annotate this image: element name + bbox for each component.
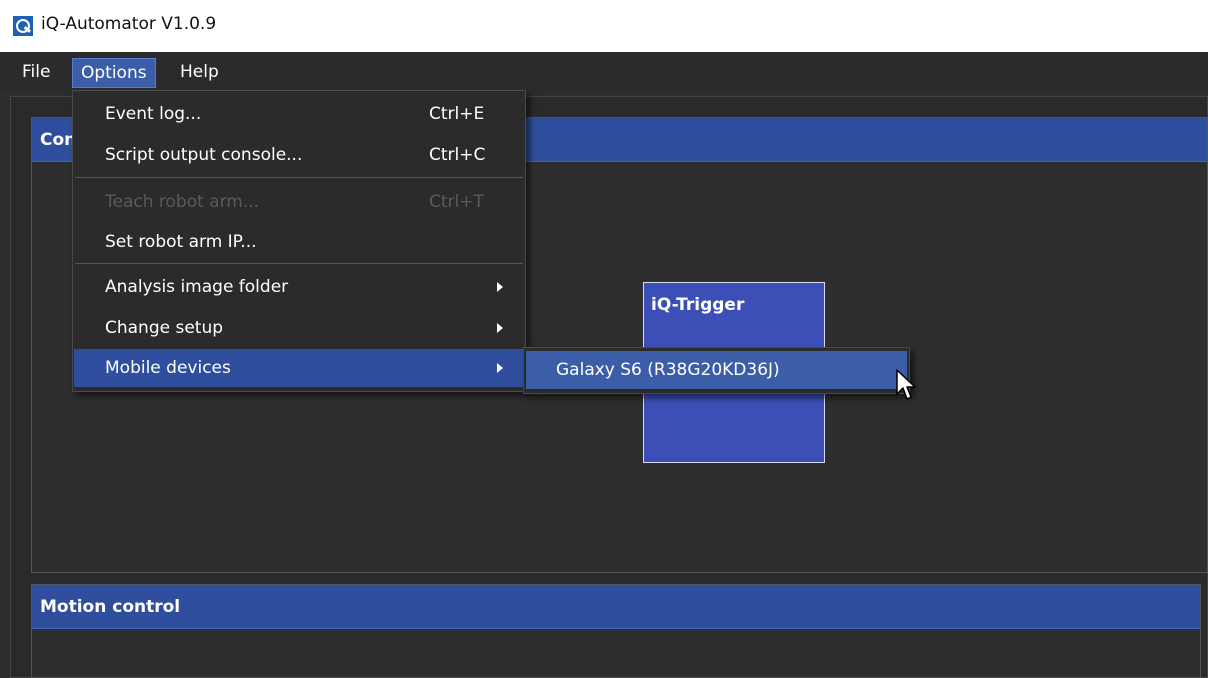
analysis-image-folder-label: Analysis image folder bbox=[105, 277, 289, 297]
submenu-arrow-icon bbox=[497, 363, 503, 373]
mobile-devices-label: Mobile devices bbox=[105, 358, 231, 378]
menu-item-teach-robot-arm: Teach robot arm... Ctrl+T bbox=[74, 183, 525, 221]
options-menu: Event log... Ctrl+E Script output consol… bbox=[72, 90, 526, 392]
menu-item-set-robot-arm-ip[interactable]: Set robot arm IP... bbox=[74, 223, 525, 261]
set-robot-arm-ip-label: Set robot arm IP... bbox=[105, 232, 257, 252]
menu-separator bbox=[75, 263, 523, 264]
iq-trigger-label: iQ-Trigger bbox=[651, 295, 745, 315]
title-bar: iQ-Automator V1.0.9 bbox=[0, 0, 1208, 52]
app-logo-icon bbox=[13, 16, 33, 36]
motion-control-header: Motion control bbox=[32, 585, 1200, 629]
motion-control-panel: Motion control bbox=[31, 584, 1201, 678]
menu-item-mobile-devices[interactable]: Mobile devices bbox=[74, 349, 525, 387]
submenu-arrow-icon bbox=[497, 282, 503, 292]
menu-help[interactable]: Help bbox=[172, 58, 227, 88]
menu-item-event-log[interactable]: Event log... Ctrl+E bbox=[74, 95, 525, 133]
teach-robot-arm-shortcut: Ctrl+T bbox=[429, 192, 484, 212]
menu-item-change-setup[interactable]: Change setup bbox=[74, 309, 525, 347]
event-log-label: Event log... bbox=[105, 104, 202, 124]
change-setup-label: Change setup bbox=[105, 318, 224, 338]
mouse-cursor-icon bbox=[896, 369, 916, 400]
menu-options[interactable]: Options bbox=[72, 58, 156, 88]
script-console-label: Script output console... bbox=[105, 145, 303, 165]
galaxy-s6-label: Galaxy S6 (R38G20KD36J) bbox=[556, 360, 780, 380]
submenu-arrow-icon bbox=[497, 323, 503, 333]
window-title: iQ-Automator V1.0.9 bbox=[41, 14, 217, 34]
menu-separator bbox=[75, 177, 523, 178]
teach-robot-arm-label: Teach robot arm... bbox=[105, 192, 260, 212]
event-log-shortcut: Ctrl+E bbox=[429, 104, 485, 124]
menu-item-analysis-image-folder[interactable]: Analysis image folder bbox=[74, 268, 525, 306]
menu-file[interactable]: File bbox=[14, 58, 58, 88]
mobile-devices-submenu: Galaxy S6 (R38G20KD36J) bbox=[523, 347, 910, 394]
menu-item-galaxy-s6[interactable]: Galaxy S6 (R38G20KD36J) bbox=[526, 351, 907, 389]
menu-item-script-output-console[interactable]: Script output console... Ctrl+C bbox=[74, 136, 525, 174]
menu-bar: File Options Help bbox=[0, 52, 1208, 91]
script-console-shortcut: Ctrl+C bbox=[429, 145, 486, 165]
